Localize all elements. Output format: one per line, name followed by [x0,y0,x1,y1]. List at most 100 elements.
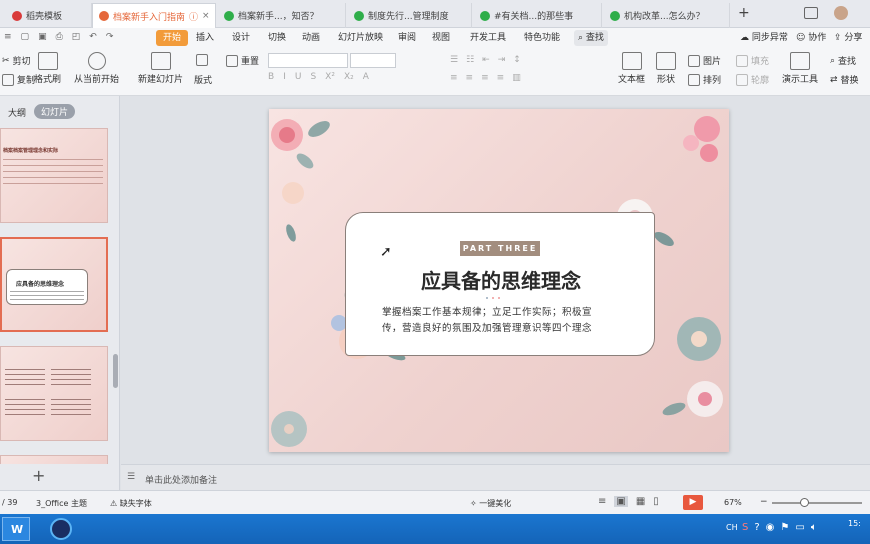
reading-view-icon[interactable]: ▯ [653,496,659,507]
tab-archive-novice[interactable]: 档案新手...，知否？ [218,3,346,28]
close-icon[interactable]: × [202,11,210,21]
menu-review[interactable]: 审阅 [394,30,420,46]
antivirus-icon[interactable]: S [742,522,748,533]
justify-icon[interactable]: ≡ [497,73,505,83]
menu-animation[interactable]: 动画 [298,30,324,46]
copy-button[interactable]: 复制 [2,73,35,86]
indent-decrease-icon[interactable]: ⇤ [482,55,490,65]
input-language-indicator[interactable]: CH [726,523,738,532]
replace-button[interactable]: ⇄ 替换 [830,73,859,87]
zoom-slider-thumb[interactable] [800,498,809,507]
media-player-taskbar-icon[interactable] [50,518,72,540]
arrange-button[interactable]: 排列 [688,73,721,86]
tab-system-first[interactable]: 制度先行...管理制度 [348,3,472,28]
slide-sorter-icon[interactable]: ▦ [636,496,645,507]
save-icon[interactable]: ▢ [21,32,30,42]
bullet-list-icon[interactable]: ☰ [450,55,458,65]
slideshow-play-button[interactable]: ▶ [683,495,703,510]
numbered-list-icon[interactable]: ☷ [466,55,474,65]
notes-placeholder[interactable]: 单击此处添加备注 [145,473,217,486]
tray-app-icon[interactable]: ◉ [766,522,775,533]
zoom-out-button[interactable]: − [760,497,768,507]
subscript-button[interactable]: X₂ [344,72,354,82]
thumbnail-scrollbar[interactable] [113,354,118,388]
font-size-select[interactable] [350,53,396,68]
avatar[interactable] [834,6,848,20]
slide-thumbnail-1[interactable]: 档案档案管理理念和实际 [0,128,108,223]
indent-increase-icon[interactable]: ⇥ [498,55,506,65]
fill-button[interactable]: 填充 [736,54,769,67]
slides-tab[interactable]: 幻灯片 [34,104,76,119]
columns-icon[interactable]: ▥ [512,73,521,83]
play-from-current-button[interactable]: 从当前开始 [74,52,119,85]
cut-button[interactable]: ✂ 剪切 [2,54,31,68]
italic-button[interactable]: I [283,72,286,82]
new-tab-button[interactable]: + [738,5,750,21]
shape-button[interactable]: 形状 [656,52,676,85]
menu-start[interactable]: 开始 [156,30,189,46]
tab-docer-templates[interactable]: 稻壳模板 [6,3,92,28]
slide-thumbnail-3[interactable] [0,346,108,441]
format-painter-button[interactable]: 格式刷 [34,52,61,85]
tab-archive-guide[interactable]: 档案新手入门指南 ⓘ × [92,3,216,28]
font-color-button[interactable]: A [363,72,369,82]
export-icon[interactable]: ▣ [38,32,47,42]
zoom-slider[interactable] [772,502,862,504]
preview-icon[interactable]: ◰ [72,32,81,42]
zoom-level[interactable]: 67% [724,498,742,507]
volume-icon[interactable]: 🔈︎ [811,522,817,533]
strikethrough-button[interactable]: S [310,72,316,82]
presenter-tools-button[interactable]: 演示工具 [782,52,818,85]
notes-pane[interactable]: ☰ 单击此处添加备注 [121,464,870,490]
new-slide-button[interactable]: 新建幻灯片 [138,52,183,85]
sync-status-button[interactable]: ☁ 同步异常 [736,30,792,46]
tab-institution-reform[interactable]: 机构改革...怎么办？ [604,3,730,28]
layout-label-button[interactable]: 版式 [194,73,212,86]
menu-insert[interactable]: 插入 [192,30,218,46]
normal-view-icon[interactable]: ▣ [614,496,628,507]
menu-design[interactable]: 设计 [228,30,254,46]
line-spacing-icon[interactable]: ↕ [513,55,521,65]
wps-office-taskbar-icon[interactable]: W [2,517,30,541]
font-name-select[interactable] [268,53,348,68]
redo-icon[interactable]: ↷ [106,32,114,42]
menu-slideshow[interactable]: 幻灯片放映 [334,30,387,46]
slide-body-line: 传，营造良好的氛围及加强管理意识等四个理念 [382,323,593,334]
menu-view[interactable]: 视图 [428,30,454,46]
align-right-icon[interactable]: ≡ [481,73,489,83]
superscript-button[interactable]: X² [325,72,335,82]
underline-button[interactable]: U [295,72,302,82]
menu-developer[interactable]: 开发工具 [466,30,510,46]
tab-archive-things[interactable]: #有关档...的那些事 [474,3,602,28]
help-icon[interactable]: ? [754,522,759,533]
collaborate-button[interactable]: ☺ 协作 [792,30,830,46]
menu-transition[interactable]: 切换 [264,30,290,46]
add-slide-button[interactable]: + [32,466,45,485]
window-count-icon[interactable] [804,7,818,19]
theme-name[interactable]: 3_Office 主题 [36,498,87,509]
notes-toggle-icon[interactable]: ≡ [598,496,606,507]
picture-button[interactable]: 图片 [688,54,721,67]
network-icon[interactable]: ▭ [795,522,804,533]
print-icon[interactable]: ⎙ [56,32,63,42]
outline-tab[interactable]: 大纲 [8,106,26,119]
align-left-icon[interactable]: ≡ [450,73,458,83]
search-command[interactable]: ⌕ 查找 [574,30,608,46]
layout-button[interactable] [196,54,208,66]
bold-button[interactable]: B [268,72,274,82]
menu-special-features[interactable]: 特色功能 [520,30,564,46]
outline-button[interactable]: 轮廓 [736,73,769,86]
align-center-icon[interactable]: ≡ [466,73,474,83]
undo-icon[interactable]: ↶ [89,32,97,42]
textbox-button[interactable]: 文本框 [618,52,645,85]
slide-thumbnail-4[interactable] [0,455,108,464]
flag-icon[interactable]: ⚑ [780,522,789,533]
slide-thumbnail-2[interactable]: 应具备的思维理念 [0,237,108,332]
missing-font-button[interactable]: ⚠ 缺失字体 [110,498,152,509]
beautify-button[interactable]: ✧ 一键美化 [470,498,511,509]
reset-button[interactable]: 重置 [226,54,259,67]
menu-icon[interactable]: ≡ [4,32,12,42]
share-button[interactable]: ⇪ 分享 [830,30,866,46]
find-button[interactable]: ⌕ 查找 [830,54,856,68]
content-card[interactable]: PART THREE 应具备的思维理念 掌握档案工作基本规律；立足工作实际；积极… [345,212,655,356]
